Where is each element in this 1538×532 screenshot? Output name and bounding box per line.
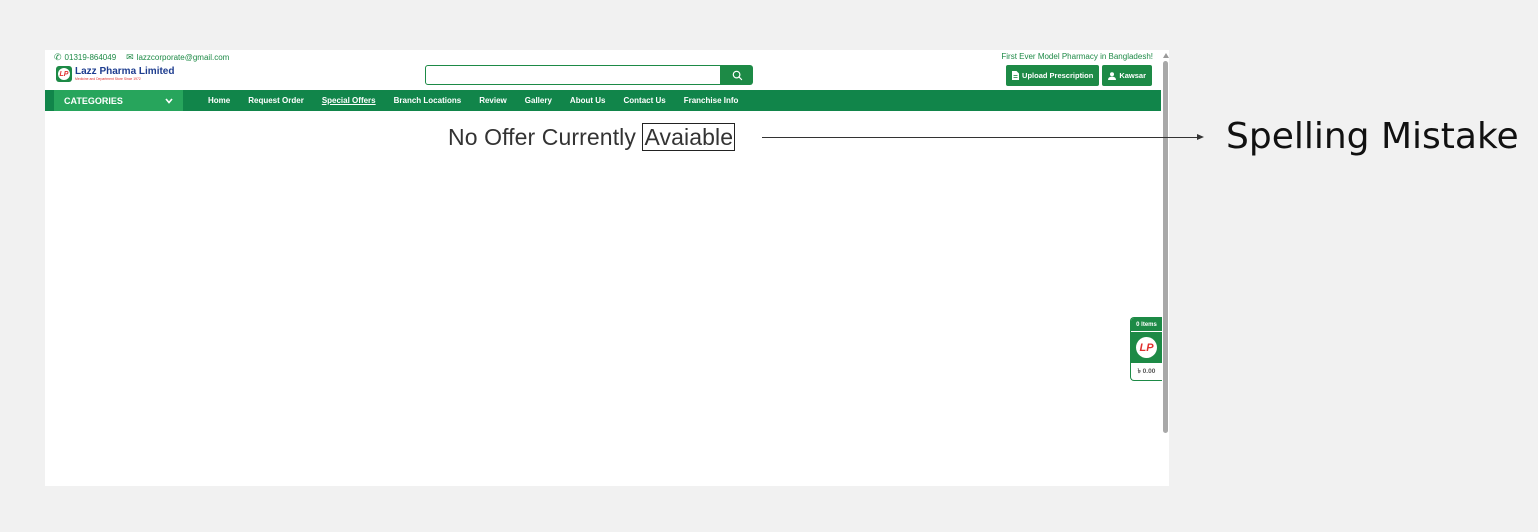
nav-contact-us[interactable]: Contact Us: [623, 96, 665, 105]
nav-special-offers[interactable]: Special Offers: [322, 96, 376, 105]
nav-gallery[interactable]: Gallery: [525, 96, 552, 105]
contact-info: ✆ 01319-864049 ✉ lazzcorporate@gmail.com: [54, 52, 229, 63]
main-navigation: CATEGORIES Home Request Order Special Of…: [45, 90, 1161, 111]
email-address: lazzcorporate@gmail.com: [136, 53, 230, 62]
categories-label: CATEGORIES: [64, 95, 123, 106]
header-actions: Upload Prescription Kawsar: [1006, 65, 1152, 86]
phone-icon: ✆: [54, 52, 62, 62]
highlighted-misspelling: Avaiable: [642, 123, 736, 151]
cart-logo-initials: LP: [1136, 337, 1157, 358]
top-header: ✆ 01319-864049 ✉ lazzcorporate@gmail.com F…: [45, 50, 1169, 90]
nav-request-order[interactable]: Request Order: [248, 96, 304, 105]
search-button[interactable]: [721, 65, 753, 85]
site-logo[interactable]: LP Lazz Pharma Limited Medicine and Depa…: [56, 66, 174, 82]
logo-text: Lazz Pharma Limited Medicine and Departm…: [75, 65, 175, 81]
logo-initials: LP: [58, 68, 70, 80]
vertical-scrollbar[interactable]: [1162, 50, 1169, 486]
user-name: Kawsar: [1119, 71, 1146, 80]
tagline: First Ever Model Pharmacy in Bangladesh!: [1001, 52, 1153, 61]
annotation-arrow-head-icon: [1197, 134, 1204, 140]
scroll-up-arrow-icon[interactable]: [1163, 53, 1169, 58]
nav-branch-locations[interactable]: Branch Locations: [394, 96, 462, 105]
cart-logo: LP: [1131, 332, 1162, 363]
message-text: No Offer Currently: [448, 124, 643, 150]
nav-home[interactable]: Home: [208, 96, 230, 105]
search-input[interactable]: [425, 65, 721, 85]
floating-cart[interactable]: 0 Items LP ৳ 0.00: [1130, 317, 1162, 381]
scroll-thumb[interactable]: [1163, 61, 1168, 433]
phone-contact[interactable]: ✆ 01319-864049: [54, 52, 116, 63]
user-account-button[interactable]: Kawsar: [1102, 65, 1152, 86]
file-icon: [1012, 71, 1020, 80]
logo-subtitle: Medicine and Department Store Since 1972: [75, 76, 141, 81]
email-contact[interactable]: ✉ lazzcorporate@gmail.com: [126, 52, 229, 63]
mail-icon: ✉: [126, 52, 134, 62]
phone-number: 01319-864049: [64, 53, 117, 62]
nav-franchise-info[interactable]: Franchise Info: [684, 96, 739, 105]
chevron-down-icon: [165, 97, 173, 104]
search-icon: [732, 70, 742, 80]
nav-review[interactable]: Review: [479, 96, 507, 105]
annotation-arrow-line: [762, 137, 1198, 138]
categories-dropdown[interactable]: CATEGORIES: [54, 90, 183, 111]
logo-badge: LP: [56, 66, 72, 82]
search-bar: [425, 65, 753, 85]
logo-name: Lazz Pharma Limited: [75, 65, 175, 77]
upload-prescription-label: Upload Prescription: [1022, 71, 1094, 80]
user-icon: [1108, 71, 1117, 80]
annotation-label: Spelling Mistake: [1226, 116, 1519, 157]
nav-about-us[interactable]: About Us: [570, 96, 606, 105]
upload-prescription-button[interactable]: Upload Prescription: [1006, 65, 1100, 86]
cart-total: ৳ 0.00: [1137, 368, 1156, 375]
cart-item-count: 0 Items: [1131, 318, 1162, 331]
nav-links: Home Request Order Special Offers Branch…: [208, 90, 738, 111]
no-offer-message: No Offer Currently Avaiable: [448, 123, 736, 151]
browser-viewport: ✆ 01319-864049 ✉ lazzcorporate@gmail.com F…: [45, 50, 1169, 486]
